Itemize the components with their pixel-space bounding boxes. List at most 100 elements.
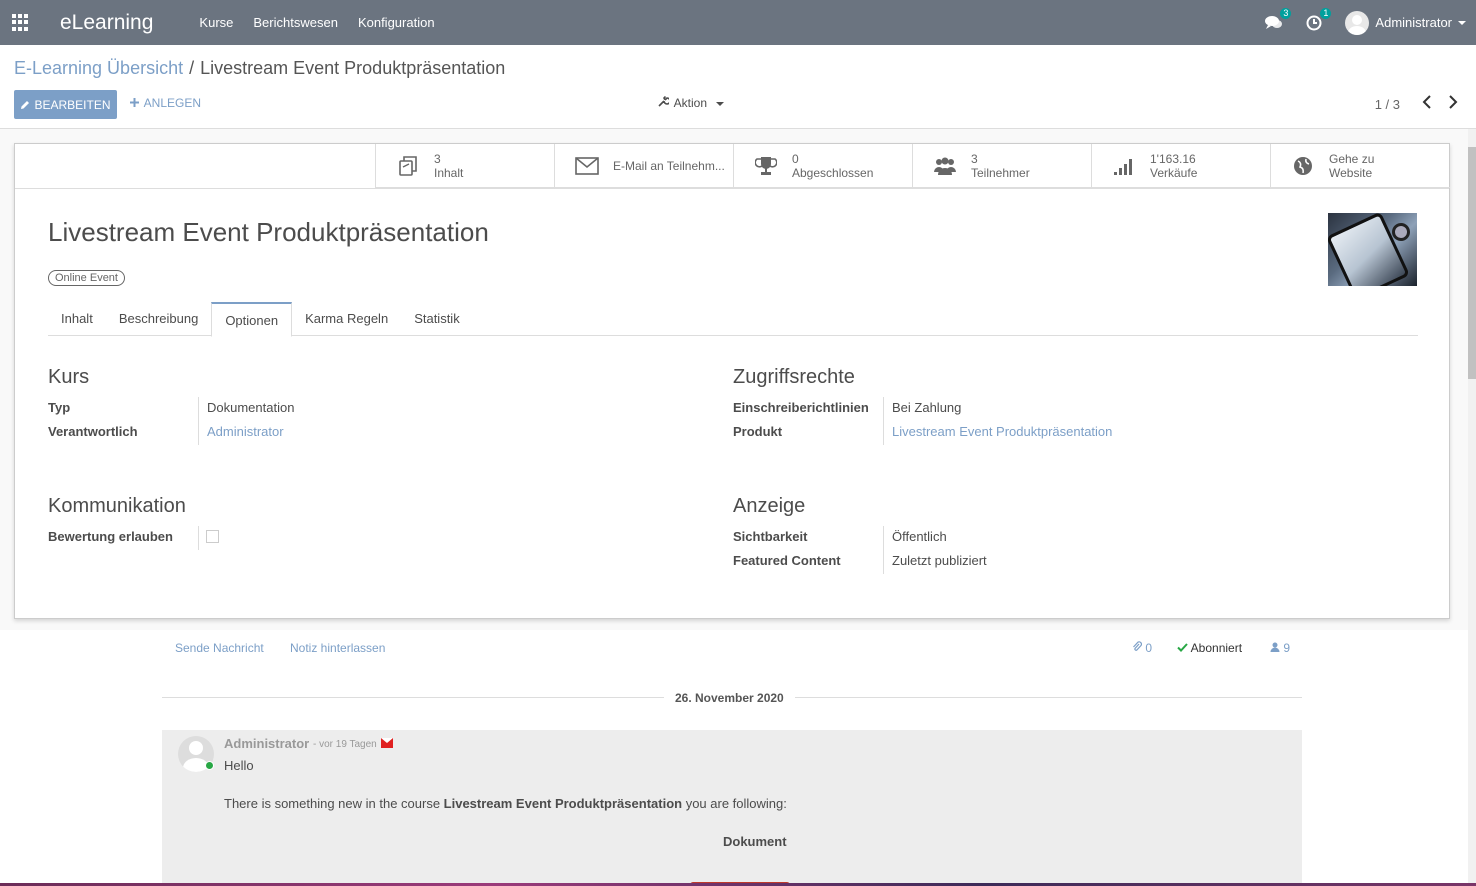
tab-beschreibung[interactable]: Beschreibung xyxy=(106,302,212,336)
stat-button-completed[interactable]: 0 Abgeschlossen xyxy=(733,144,912,188)
message-doc: Dokument xyxy=(723,834,787,849)
tab-inhalt[interactable]: Inhalt xyxy=(48,302,106,336)
field-separator xyxy=(883,526,884,574)
create-button-label: ANLEGEN xyxy=(143,96,202,110)
group-title-zugriffsrechte: Zugriffsrechte xyxy=(733,366,855,388)
stat-value: 3 xyxy=(971,152,978,166)
messages-badge: 3 xyxy=(1280,7,1292,19)
attachments-button[interactable]: 0 xyxy=(1132,641,1152,655)
field-label-einschreibe: Einschreiberichtlinien xyxy=(733,400,869,415)
create-button[interactable]: ANLEGEN xyxy=(130,96,201,110)
field-value-typ: Dokumentation xyxy=(207,400,295,415)
form-sheet: 3 Inhalt E-Mail an Teilnehm... 0 Abgeschlo… xyxy=(14,143,1450,619)
group-title-kommunikation: Kommunikation xyxy=(48,495,186,517)
message-item: Administrator - vor 19 Tagen Hello There… xyxy=(162,730,1302,886)
field-value-featured: Zuletzt publiziert xyxy=(892,553,987,568)
trophy-icon xyxy=(755,157,777,175)
notebook-tabs: Inhalt Beschreibung Optionen Karma Regel… xyxy=(48,302,1418,337)
stat-label: Website xyxy=(1329,166,1373,180)
message-greeting: Hello xyxy=(224,758,254,773)
menu-konfiguration[interactable]: Konfiguration xyxy=(358,15,435,30)
users-icon xyxy=(934,157,956,175)
documents-icon xyxy=(399,156,417,176)
online-status-icon xyxy=(205,761,214,770)
paperclip-icon xyxy=(1133,641,1142,651)
field-separator xyxy=(198,526,199,550)
stat-button-email[interactable]: E-Mail an Teilnehm... xyxy=(554,144,733,188)
action-dropdown[interactable]: Aktion xyxy=(658,95,725,110)
chatter: Sende Nachricht Notiz hinterlassen 0 Abo… xyxy=(0,630,1468,886)
field-value-verantwortlich[interactable]: Administrator xyxy=(207,424,284,439)
breadcrumb-separator: / xyxy=(189,58,195,78)
tab-karma-regeln[interactable]: Karma Regeln xyxy=(292,302,401,336)
menu-berichtswesen[interactable]: Berichtswesen xyxy=(253,15,338,30)
breadcrumb-current: Livestream Event Produktpräsentation xyxy=(200,58,506,78)
stat-button-sales[interactable]: 1'163.16 Verkäufe xyxy=(1091,144,1270,188)
envelope-icon xyxy=(575,157,599,175)
stat-button-content[interactable]: 3 Inhalt xyxy=(375,144,554,188)
follow-label: Abonniert xyxy=(1190,641,1243,655)
field-separator xyxy=(198,397,199,445)
field-label-featured: Featured Content xyxy=(733,553,841,568)
caret-down-icon xyxy=(716,101,725,106)
edit-button-label: BEARBEITEN xyxy=(34,97,111,112)
message-text-after: you are following: xyxy=(682,796,787,811)
record-title: Livestream Event Produktpräsentation xyxy=(48,217,489,247)
menu-kurse[interactable]: Kurse xyxy=(199,15,233,30)
follow-button[interactable]: Abonniert xyxy=(1177,641,1242,655)
caret-down-icon xyxy=(1458,20,1466,25)
clock-icon xyxy=(1306,15,1322,30)
log-note-button[interactable]: Notiz hinterlassen xyxy=(290,641,385,655)
field-label-produkt: Produkt xyxy=(733,424,783,439)
stat-label: Abgeschlossen xyxy=(792,166,874,180)
field-label-verantwortlich: Verantwortlich xyxy=(48,424,138,439)
followers-count: 9 xyxy=(1283,641,1291,655)
stat-button-website[interactable]: Gehe zu Website xyxy=(1270,144,1449,188)
tab-statistik[interactable]: Statistik xyxy=(401,302,473,336)
stat-label: Inhalt xyxy=(434,166,464,180)
stat-label: E-Mail an Teilnehm... xyxy=(613,159,725,173)
user-menu[interactable]: Administrator xyxy=(1345,10,1466,35)
course-image[interactable] xyxy=(1328,213,1417,286)
message-course: Livestream Event Produktpräsentation xyxy=(443,796,683,811)
field-label-bewertung: Bewertung erlauben xyxy=(48,529,173,544)
chevron-right-icon[interactable] xyxy=(1448,95,1458,109)
breadcrumb-parent[interactable]: E-Learning Übersicht xyxy=(14,58,183,78)
send-message-button[interactable]: Sende Nachricht xyxy=(175,641,264,655)
field-label-typ: Typ xyxy=(48,400,71,415)
scroll-thumb[interactable] xyxy=(1468,147,1476,379)
pager-value[interactable]: 1 / 3 xyxy=(1375,97,1400,112)
field-label-sichtbarkeit: Sichtbarkeit xyxy=(733,529,808,544)
header-divider xyxy=(15,188,1449,189)
stat-button-attendees[interactable]: 3 Teilnehmer xyxy=(912,144,1091,188)
user-name: Administrator xyxy=(1375,15,1452,30)
app-brand[interactable]: eLearning xyxy=(60,11,153,35)
edit-button[interactable]: BEARBEITEN xyxy=(14,90,117,119)
message-author[interactable]: Administrator xyxy=(224,736,309,751)
tag-badge: Online Event xyxy=(48,270,125,286)
tab-optionen[interactable]: Optionen xyxy=(211,302,293,337)
stat-value: 0 xyxy=(792,152,799,166)
stat-value: Gehe zu xyxy=(1329,152,1375,166)
messages-button[interactable]: 3 xyxy=(1265,7,1292,32)
action-label: Aktion xyxy=(673,96,708,110)
user-icon xyxy=(1270,642,1280,652)
field-value-produkt[interactable]: Livestream Event Produktpräsentation xyxy=(892,424,1112,439)
field-separator xyxy=(883,397,884,445)
stat-value: 3 xyxy=(434,152,441,166)
envelope-icon xyxy=(381,738,393,748)
message-text: There is something new in the course Liv… xyxy=(224,796,787,811)
stat-label: Verkäufe xyxy=(1150,166,1198,180)
top-navbar: eLearning Kurse Berichtswesen Konfigurat… xyxy=(0,0,1476,45)
globe-icon xyxy=(1294,157,1312,175)
date-label: 26. November 2020 xyxy=(664,691,795,705)
apps-grid-icon[interactable] xyxy=(12,13,30,32)
activities-button[interactable]: 1 xyxy=(1305,7,1332,32)
bewertung-checkbox[interactable] xyxy=(206,530,219,543)
signal-bars-icon xyxy=(1114,159,1132,175)
chevron-left-icon[interactable] xyxy=(1422,95,1432,109)
avatar xyxy=(1345,10,1370,35)
breadcrumb: E-Learning Übersicht / Livestream Event Pr… xyxy=(14,58,505,79)
stat-value: 1'163.16 xyxy=(1150,152,1196,166)
followers-button[interactable]: 9 xyxy=(1270,641,1290,655)
